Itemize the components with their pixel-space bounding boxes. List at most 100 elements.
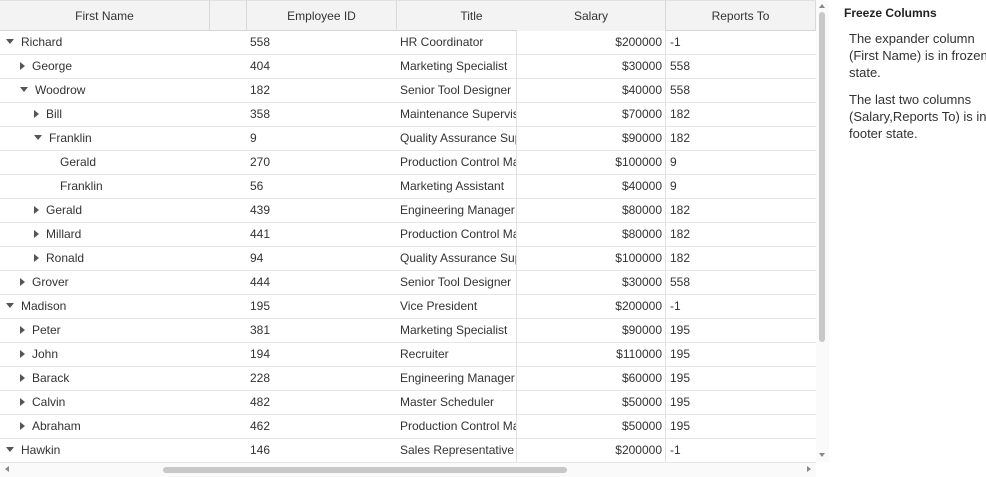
expand-arrow-icon[interactable]: [20, 277, 25, 286]
cell-reports-to: 195: [670, 371, 691, 385]
cell-title: Quality Assurance Sup: [400, 131, 516, 145]
first-name-text: George: [32, 59, 73, 74]
cell-employee-id: 9: [250, 131, 257, 145]
horizontal-scrollbar[interactable]: [0, 462, 816, 477]
expand-arrow-icon[interactable]: [20, 373, 25, 382]
cell-first-name: Franklin: [0, 175, 210, 198]
cell-employee-id: 381: [250, 323, 271, 337]
cell-title: Vice President: [400, 299, 478, 313]
table-row[interactable]: Hawkin 146 Sales Representative $200000 -1: [0, 439, 816, 462]
tree-grid-viewport: First Name Employee ID Title Salary Repo…: [0, 0, 817, 462]
table-row[interactable]: Peter 381 Marketing Specialist $90000 195: [0, 319, 816, 343]
first-name-text: Bill: [46, 107, 63, 122]
cell-title: Production Control Ma: [400, 419, 516, 433]
scroll-up-icon[interactable]: [819, 4, 825, 8]
table-row[interactable]: Ronald 94 Quality Assurance Sup $100000 182: [0, 247, 816, 271]
column-divider: [665, 31, 666, 54]
expand-arrow-icon[interactable]: [20, 61, 25, 70]
expand-arrow-icon[interactable]: [34, 109, 39, 118]
column-header-row: First Name Employee ID Title Salary Repo…: [0, 0, 816, 31]
cell-title: Production Control Ma: [400, 227, 516, 241]
table-row[interactable]: Calvin 482 Master Scheduler $50000 195: [0, 391, 816, 415]
column-header-first-name[interactable]: First Name: [0, 1, 210, 31]
collapse-arrow-icon[interactable]: [20, 87, 28, 93]
expand-arrow-icon[interactable]: [34, 229, 39, 238]
column-divider: [665, 79, 666, 102]
cell-salary: $50000: [621, 395, 662, 409]
cell-first-name: Hawkin: [0, 439, 210, 462]
expand-arrow-icon[interactable]: [34, 205, 39, 214]
column-divider: [665, 223, 666, 246]
column-header-reports-to[interactable]: Reports To: [666, 1, 816, 31]
cell-first-name: Millard: [0, 223, 210, 246]
cell-first-name: Bill: [0, 103, 210, 126]
column-header-salary[interactable]: Salary: [517, 1, 666, 31]
column-header-employee-id[interactable]: Employee ID: [247, 1, 397, 31]
table-row[interactable]: John 194 Recruiter $110000 195: [0, 343, 816, 367]
table-row[interactable]: Abraham 462 Production Control Ma $50000 195: [0, 415, 816, 439]
cell-salary: $200000: [615, 35, 662, 49]
collapse-arrow-icon[interactable]: [34, 135, 42, 141]
cell-salary: $200000: [615, 299, 662, 313]
table-row[interactable]: Woodrow 182 Senior Tool Designer $40000 558: [0, 79, 816, 103]
cell-first-name: Gerald: [0, 199, 210, 222]
cell-reports-to: 558: [670, 83, 691, 97]
cell-first-name: Grover: [0, 271, 210, 294]
cell-first-name: John: [0, 343, 210, 366]
table-row[interactable]: George 404 Marketing Specialist $30000 558: [0, 55, 816, 79]
column-header-blank[interactable]: [210, 1, 247, 31]
expand-arrow-icon[interactable]: [34, 253, 39, 262]
cell-salary: $110000: [616, 347, 662, 361]
column-divider: [665, 55, 666, 78]
column-divider: [665, 439, 666, 462]
cell-salary: $40000: [621, 179, 662, 193]
cell-reports-to: 182: [670, 131, 691, 145]
cell-title: Marketing Specialist: [400, 323, 508, 337]
vertical-scrollbar[interactable]: [816, 0, 829, 462]
table-row[interactable]: Franklin 9 Quality Assurance Sup $90000 182: [0, 127, 816, 151]
cell-salary: $200000: [615, 443, 662, 457]
first-name-text: Gerald: [46, 203, 83, 218]
cell-employee-id: 56: [250, 179, 264, 193]
table-row[interactable]: Grover 444 Senior Tool Designer $30000 558: [0, 271, 816, 295]
cell-reports-to: 195: [670, 419, 691, 433]
cell-reports-to: -1: [670, 35, 681, 49]
cell-employee-id: 270: [250, 155, 271, 169]
horizontal-scroll-thumb[interactable]: [163, 467, 567, 473]
cell-reports-to: 195: [670, 347, 691, 361]
scroll-right-icon[interactable]: [807, 466, 811, 472]
cell-first-name: Barack: [0, 367, 210, 390]
cell-first-name: Woodrow: [0, 79, 210, 102]
expand-arrow-icon[interactable]: [20, 397, 25, 406]
table-row[interactable]: Madison 195 Vice President $200000 -1: [0, 295, 816, 319]
expand-arrow-icon[interactable]: [20, 349, 25, 358]
cell-employee-id: 358: [250, 107, 271, 121]
cell-first-name: Calvin: [0, 391, 210, 414]
scroll-left-icon[interactable]: [5, 466, 9, 472]
collapse-arrow-icon[interactable]: [6, 39, 14, 45]
cell-employee-id: 462: [250, 419, 271, 433]
collapse-arrow-icon[interactable]: [6, 447, 14, 453]
table-row[interactable]: Millard 441 Production Control Ma $80000 182: [0, 223, 816, 247]
cell-first-name: Abraham: [0, 415, 210, 438]
first-name-text: Millard: [46, 227, 82, 242]
cell-reports-to: 558: [670, 59, 691, 73]
cell-reports-to: 182: [670, 251, 691, 265]
expand-arrow-icon[interactable]: [20, 325, 25, 334]
expand-arrow-icon[interactable]: [20, 421, 25, 430]
cell-title: Maintenance Supervis: [400, 107, 516, 121]
cell-reports-to: 182: [670, 107, 691, 121]
cell-title: Master Scheduler: [400, 395, 495, 409]
table-row[interactable]: Bill 358 Maintenance Supervis $70000 182: [0, 103, 816, 127]
table-row[interactable]: Franklin 56 Marketing Assistant $40000 9: [0, 175, 816, 199]
cell-employee-id: 182: [250, 83, 271, 97]
first-name-text: Hawkin: [21, 443, 61, 458]
scroll-down-icon[interactable]: [819, 453, 825, 457]
collapse-arrow-icon[interactable]: [6, 303, 14, 309]
table-row[interactable]: Richard 558 HR Coordinator $200000 -1: [0, 31, 816, 55]
cell-reports-to: 9: [670, 155, 677, 169]
table-row[interactable]: Gerald 439 Engineering Manager $80000 182: [0, 199, 816, 223]
table-row[interactable]: Gerald 270 Production Control Ma $100000 9: [0, 151, 816, 175]
table-row[interactable]: Barack 228 Engineering Manager $60000 195: [0, 367, 816, 391]
vertical-scroll-thumb[interactable]: [819, 12, 825, 342]
